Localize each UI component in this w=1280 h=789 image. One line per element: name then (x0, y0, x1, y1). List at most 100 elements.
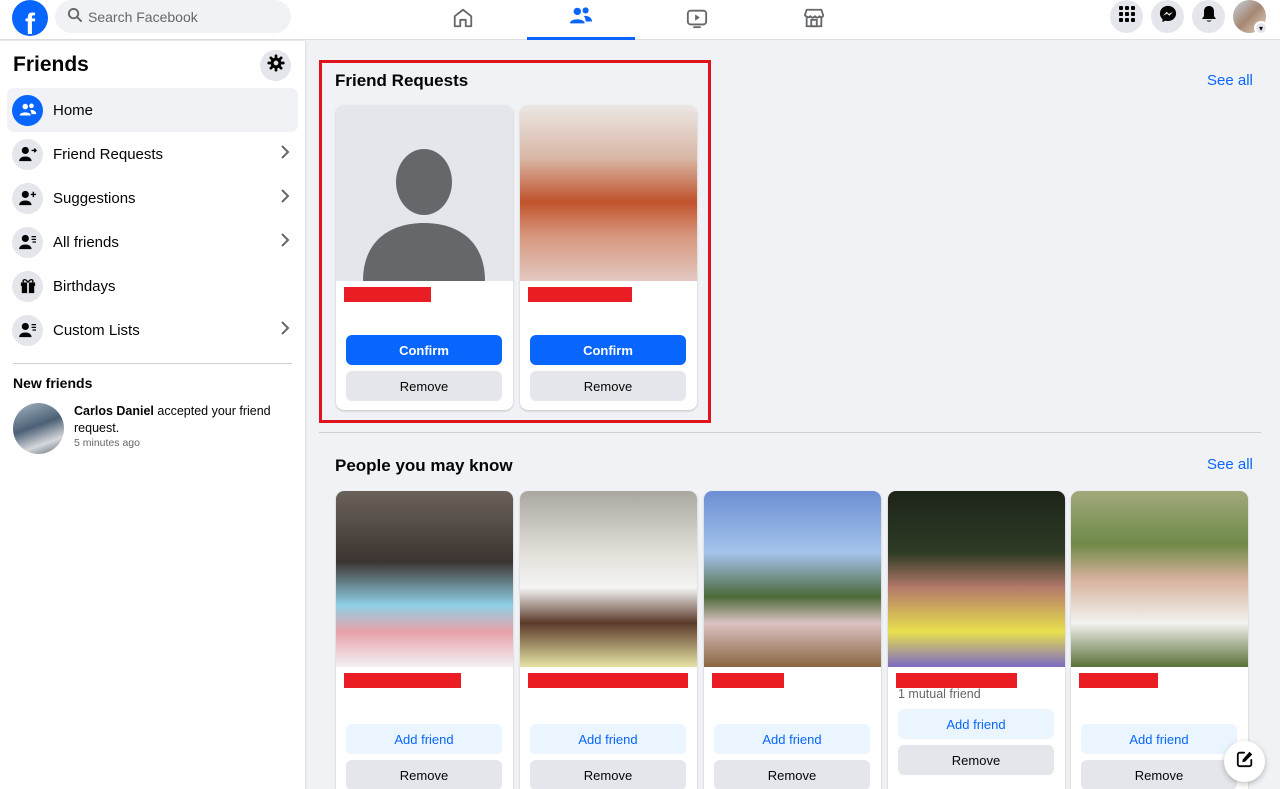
home-icon (452, 7, 474, 34)
remove-button[interactable]: Remove (1081, 760, 1237, 789)
messenger-icon (1159, 5, 1177, 28)
friend-requests-see-all-link[interactable]: See all (1207, 72, 1253, 89)
remove-button[interactable]: Remove (898, 745, 1054, 775)
add-friend-button[interactable]: Add friend (1081, 724, 1237, 754)
gear-icon (266, 54, 285, 77)
remove-button[interactable]: Remove (346, 371, 502, 401)
redacted-name (896, 673, 1065, 688)
profile-photo[interactable] (704, 491, 881, 667)
add-friend-button[interactable]: Add friend (898, 709, 1054, 739)
sidebar-item-friend-requests[interactable]: Friend Requests (7, 132, 298, 176)
profile-photo[interactable] (336, 491, 513, 667)
redacted-name (1079, 673, 1248, 693)
gift-icon (12, 270, 43, 302)
sidebar-item-label: All friends (53, 233, 119, 251)
sidebar-item-custom-lists[interactable]: Custom Lists (7, 308, 298, 352)
notification-text: Carlos Daniel accepted your friend reque… (74, 403, 293, 454)
sidebar-item-label: Friend Requests (53, 145, 164, 163)
compose-icon (1236, 750, 1254, 773)
friend-request-card[interactable]: Confirm Remove (520, 105, 697, 410)
add-friend-button[interactable]: Add friend (346, 724, 502, 754)
profile-photo[interactable] (336, 105, 513, 281)
person-list-icon (12, 314, 43, 346)
friend-name[interactable]: Carlos Daniel (74, 404, 154, 418)
suggestion-card[interactable]: Add friend Remove (704, 491, 881, 789)
search-input[interactable] (88, 8, 278, 25)
search-bar[interactable] (55, 0, 291, 33)
friends-icon (12, 94, 43, 126)
settings-button[interactable] (260, 50, 291, 81)
chevron-right-icon (280, 144, 290, 165)
suggestion-card[interactable]: 1 mutual friend Add friend Remove (888, 491, 1065, 789)
top-navigation-bar: f Search Facebook ▾ (0, 0, 1280, 40)
sidebar-item-home[interactable]: Home (7, 88, 298, 132)
profile-photo[interactable] (520, 105, 697, 281)
redacted-name (344, 287, 513, 307)
menu-button[interactable] (1110, 0, 1143, 33)
sidebar-item-birthdays[interactable]: Birthdays (7, 264, 298, 308)
timestamp: 5 minutes ago (74, 437, 140, 449)
redaction-bar (344, 287, 431, 302)
remove-button[interactable]: Remove (346, 760, 502, 789)
chevron-right-icon (280, 232, 290, 253)
person-arrow-icon (12, 138, 43, 170)
suggestion-card[interactable]: Add friend Remove (1071, 491, 1248, 789)
confirm-button[interactable]: Confirm (346, 335, 502, 365)
facebook-logo[interactable]: f (12, 0, 48, 36)
sidebar-divider (13, 363, 292, 364)
sidebar-item-suggestions[interactable]: Suggestions (7, 176, 298, 220)
person-plus-icon (12, 182, 43, 214)
nav-tab-marketplace[interactable] (760, 0, 868, 40)
redaction-bar (712, 673, 784, 688)
account-controls: ▾ (1110, 0, 1268, 35)
new-friend-notification[interactable]: Carlos Daniel accepted your friend reque… (13, 403, 293, 454)
chevron-right-icon (280, 188, 290, 209)
redacted-name (344, 673, 513, 693)
add-friend-button[interactable]: Add friend (714, 724, 870, 754)
people-you-may-know-see-all-link[interactable]: See all (1207, 456, 1253, 473)
add-friend-button[interactable]: Add friend (530, 724, 686, 754)
suggestion-card[interactable]: Add friend Remove (336, 491, 513, 789)
section-divider (319, 432, 1261, 433)
confirm-button[interactable]: Confirm (530, 335, 686, 365)
redacted-name (528, 673, 697, 693)
grid-menu-icon (1118, 6, 1135, 27)
remove-button[interactable]: Remove (714, 760, 870, 789)
video-icon (686, 7, 708, 34)
sidebar-item-label: Custom Lists (53, 321, 140, 339)
new-friends-heading: New friends (13, 375, 93, 391)
sidebar-item-label: Home (53, 101, 94, 119)
new-message-button[interactable] (1224, 741, 1265, 782)
friend-request-card[interactable]: Confirm Remove (336, 105, 513, 410)
avatar[interactable] (13, 403, 64, 454)
bell-icon (1201, 5, 1217, 28)
nav-tab-video[interactable] (643, 0, 751, 40)
chevron-right-icon (280, 320, 290, 341)
notifications-button[interactable] (1192, 0, 1225, 33)
sidebar-item-label: Suggestions (53, 189, 136, 207)
profile-photo[interactable] (1071, 491, 1248, 667)
sidebar-item-all-friends[interactable]: All friends (7, 220, 298, 264)
chevron-down-icon: ▾ (1254, 21, 1268, 35)
remove-button[interactable]: Remove (530, 371, 686, 401)
suggestion-card[interactable]: Add friend Remove (520, 491, 697, 789)
friends-sidebar: Friends Home Friend Requests Suggestions… (0, 41, 305, 789)
nav-tab-friends[interactable] (527, 0, 635, 40)
remove-button[interactable]: Remove (530, 760, 686, 789)
person-list-icon (12, 226, 43, 258)
redacted-name (528, 287, 697, 307)
profile-avatar-button[interactable]: ▾ (1233, 0, 1268, 35)
search-icon (67, 7, 82, 27)
messenger-button[interactable] (1151, 0, 1184, 33)
profile-photo[interactable] (520, 491, 697, 667)
nav-tab-home[interactable] (409, 0, 517, 40)
redaction-bar (1079, 673, 1158, 688)
redaction-bar (344, 673, 461, 688)
profile-photo[interactable] (888, 491, 1065, 667)
mutual-friends-count[interactable]: 1 mutual friend (898, 687, 1065, 701)
redacted-name (712, 673, 881, 693)
sidebar-title: Friends (13, 53, 89, 76)
friends-icon (569, 5, 593, 32)
sidebar-item-label: Birthdays (53, 277, 116, 295)
default-avatar-icon (363, 149, 485, 281)
